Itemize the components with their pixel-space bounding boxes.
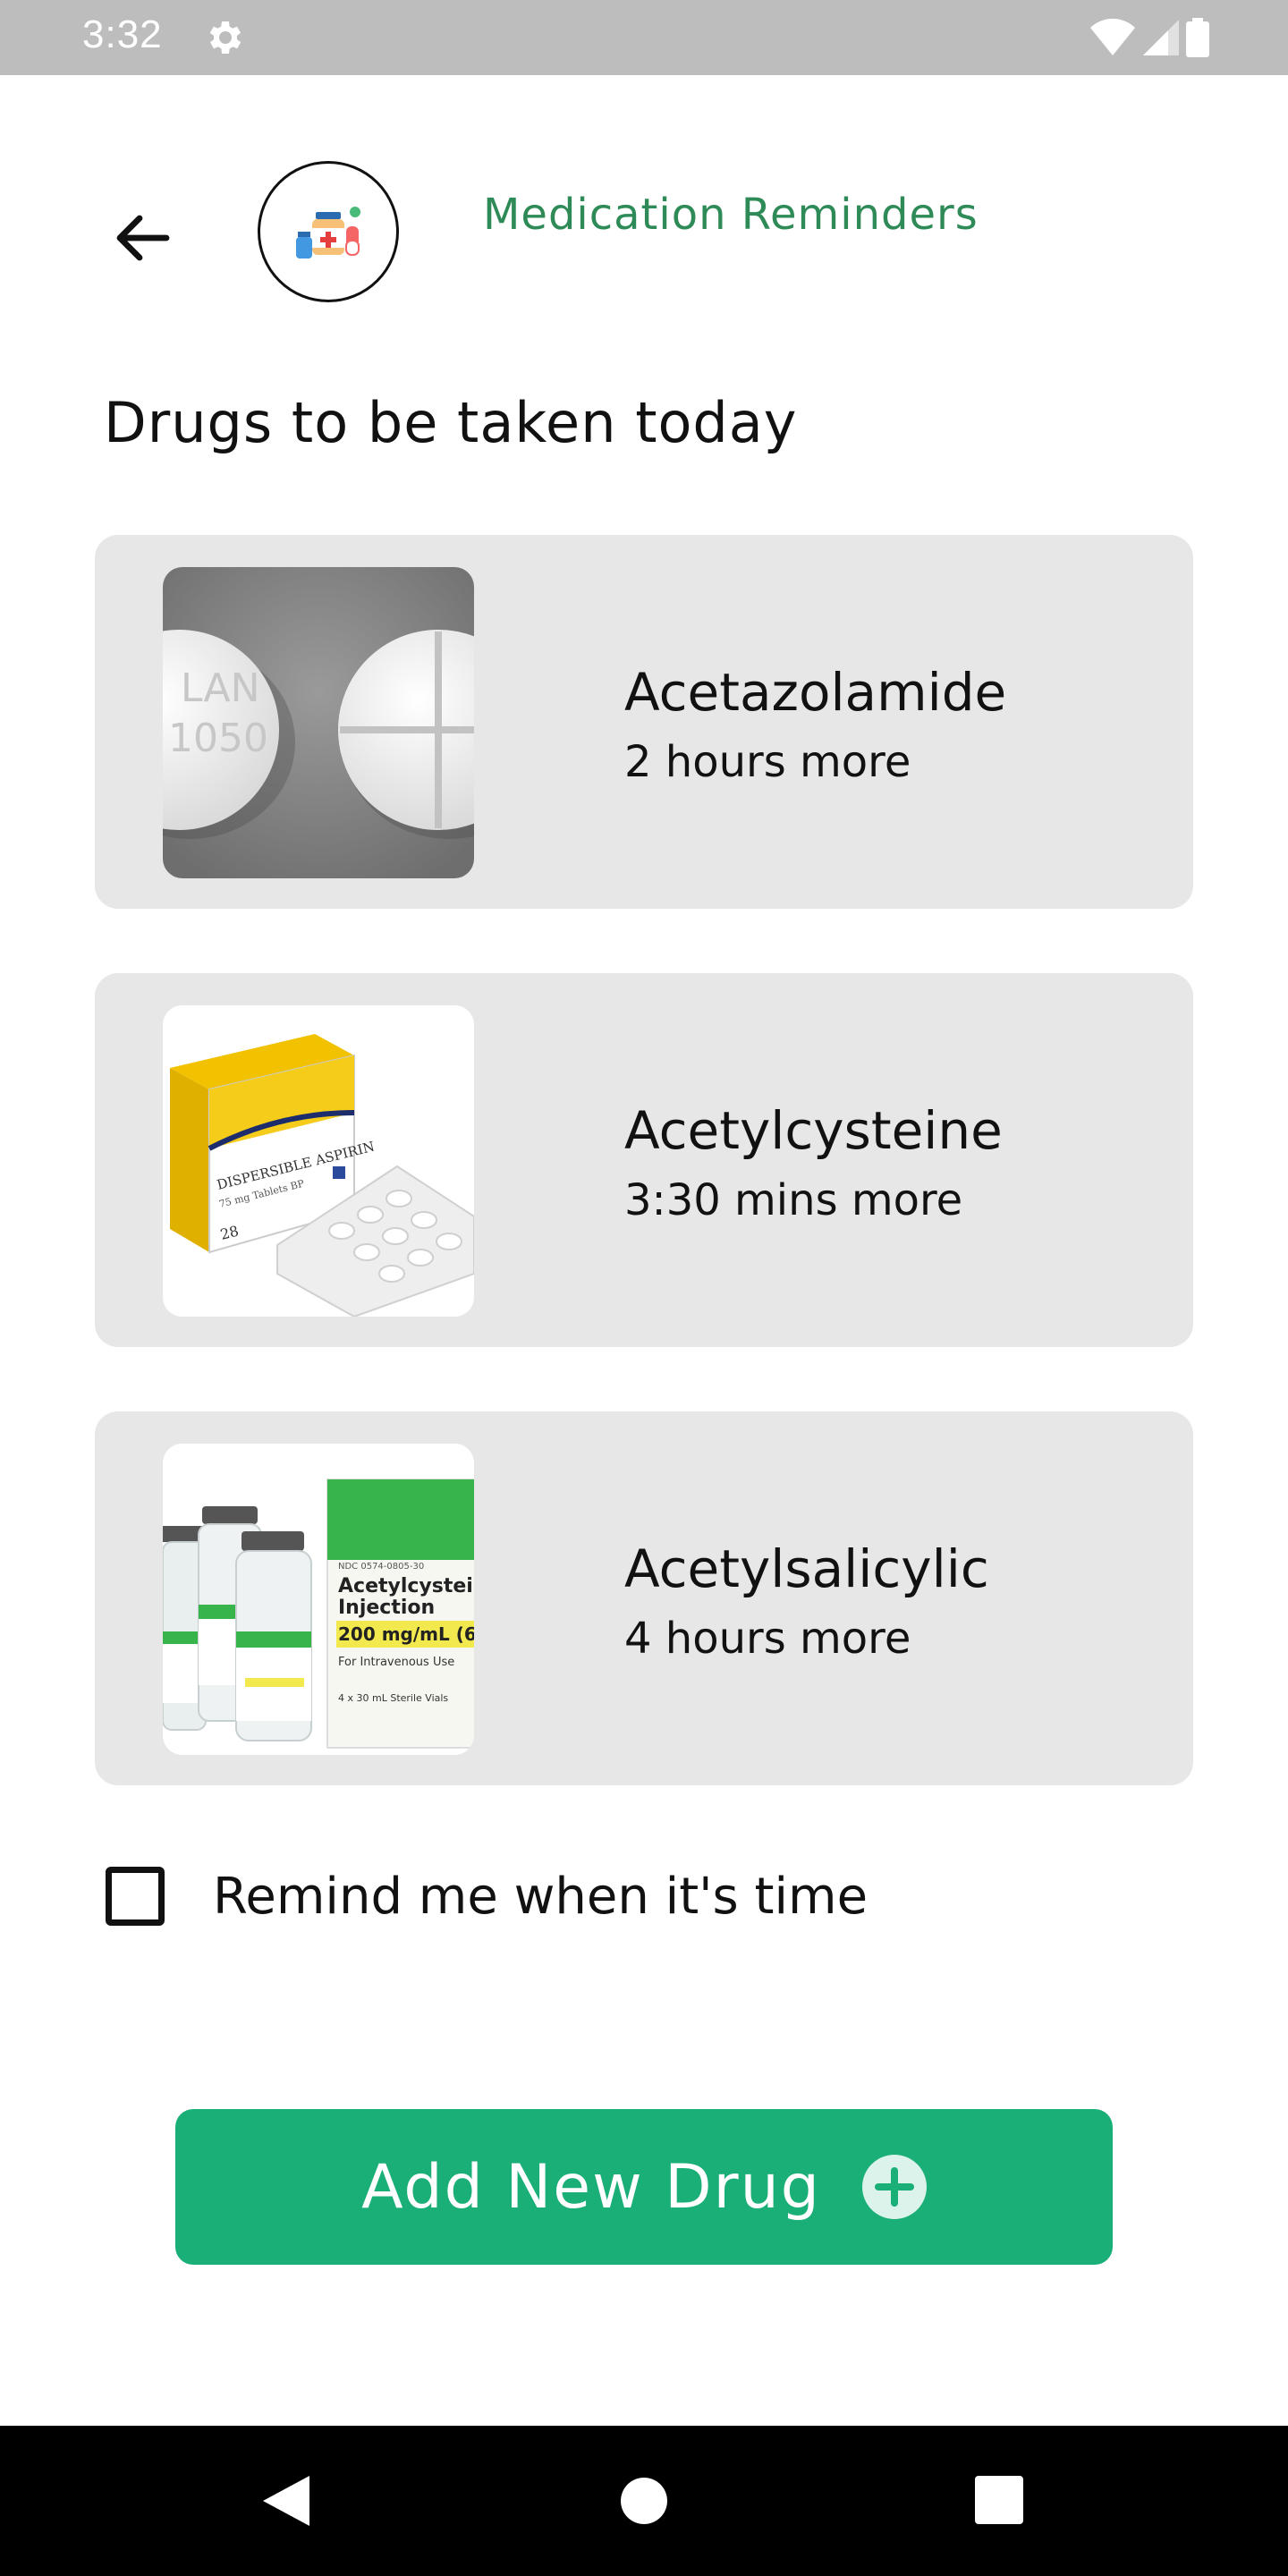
svg-text:NDC 0574-0805-30: NDC 0574-0805-30 bbox=[338, 1562, 424, 1572]
nav-recents-icon[interactable] bbox=[975, 2476, 1023, 2524]
drug-card[interactable]: DISPERSIBLE ASPIRIN 75 mg Tablets BP 28 … bbox=[95, 973, 1193, 1347]
add-new-drug-button[interactable]: Add New Drug bbox=[175, 2109, 1113, 2265]
drug-thumbnail: LAN 1050 bbox=[163, 567, 474, 878]
nav-back-icon[interactable] bbox=[259, 2472, 313, 2529]
svg-text:200 mg/mL (6g: 200 mg/mL (6g bbox=[338, 1623, 474, 1645]
drug-time-left: 3:30 mins more bbox=[624, 1175, 963, 1225]
gear-icon bbox=[209, 21, 242, 54]
drug-thumbnail: DISPERSIBLE ASPIRIN 75 mg Tablets BP 28 bbox=[163, 1005, 474, 1317]
aspirin-box-photo: DISPERSIBLE ASPIRIN 75 mg Tablets BP 28 bbox=[163, 1005, 474, 1317]
svg-text:Injection: Injection bbox=[338, 1597, 435, 1619]
arrow-left-icon bbox=[116, 215, 170, 261]
drug-name: Acetylsalicylic bbox=[624, 1538, 989, 1599]
drug-name: Acetylcysteine bbox=[624, 1100, 1003, 1161]
add-new-drug-label: Add New Drug bbox=[361, 2151, 821, 2223]
app-title: Medication Reminders bbox=[483, 190, 979, 240]
nav-home-icon[interactable] bbox=[621, 2478, 667, 2524]
drug-time-left: 4 hours more bbox=[624, 1614, 911, 1664]
drug-time-left: 2 hours more bbox=[624, 737, 911, 787]
back-button[interactable] bbox=[106, 202, 177, 274]
drug-card[interactable]: LAN 1050 Acetazolamide 2 hours more bbox=[95, 535, 1193, 909]
remind-label: Remind me when it's time bbox=[213, 1867, 869, 1926]
remind-checkbox[interactable] bbox=[106, 1867, 165, 1926]
svg-text:For Intravenous Use: For Intravenous Use bbox=[338, 1656, 454, 1669]
status-bar: 3:32 bbox=[0, 0, 1288, 75]
plus-circle-icon bbox=[861, 2155, 927, 2219]
status-icons bbox=[1089, 16, 1209, 59]
battery-icon bbox=[1186, 18, 1209, 57]
section-title: Drugs to be taken today bbox=[104, 390, 798, 455]
drug-name: Acetazolamide bbox=[624, 662, 1007, 723]
drug-card[interactable]: NDC 0574-0805-30 Acetylcystein Injection… bbox=[95, 1411, 1193, 1785]
svg-text:Acetylcystein: Acetylcystein bbox=[338, 1575, 474, 1597]
signal-icon bbox=[1143, 20, 1179, 55]
remind-checkbox-row[interactable]: Remind me when it's time bbox=[106, 1862, 868, 1930]
svg-text:1050: 1050 bbox=[168, 716, 268, 761]
drug-thumbnail: NDC 0574-0805-30 Acetylcystein Injection… bbox=[163, 1444, 474, 1755]
system-nav-bar bbox=[0, 2426, 1288, 2576]
status-time: 3:32 bbox=[82, 13, 163, 56]
medicine-logo-icon bbox=[296, 207, 360, 258]
white-pills-photo: LAN 1050 bbox=[163, 567, 474, 878]
svg-text:LAN: LAN bbox=[181, 665, 260, 711]
injection-vials-photo: NDC 0574-0805-30 Acetylcystein Injection… bbox=[163, 1444, 474, 1755]
app-logo bbox=[258, 161, 399, 302]
wifi-icon bbox=[1090, 18, 1135, 55]
svg-text:4 x 30 mL Sterile Vials: 4 x 30 mL Sterile Vials bbox=[338, 1692, 448, 1704]
